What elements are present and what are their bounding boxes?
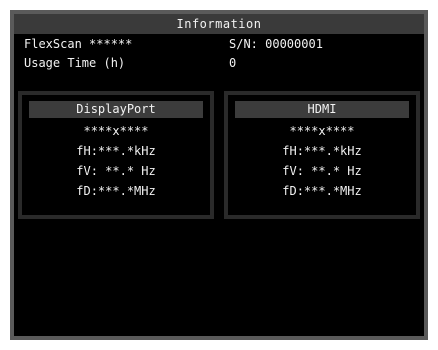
usage-time-row: Usage Time (h) 0 xyxy=(24,55,414,72)
information-title: Information xyxy=(14,14,424,34)
hdmi-panel-body: HDMI ****x**** fH:***.*kHz fV: **.* Hz f… xyxy=(228,95,416,215)
displayport-panel: DisplayPort ****x**** fH:***.*kHz fV: **… xyxy=(18,91,214,219)
osd-frame: Information FlexScan ****** S/N: 0000000… xyxy=(10,10,428,340)
displayport-panel-body: DisplayPort ****x**** fH:***.*kHz fV: **… xyxy=(22,95,210,215)
hdmi-panel: HDMI ****x**** fH:***.*kHz fV: **.* Hz f… xyxy=(224,91,420,219)
usage-time-label: Usage Time (h) xyxy=(24,56,126,70)
model-row: FlexScan ****** S/N: 00000001 xyxy=(24,36,414,53)
model-name: FlexScan ****** xyxy=(24,37,133,51)
displayport-header: DisplayPort xyxy=(29,101,203,118)
hdmi-resolution: ****x**** xyxy=(289,124,355,138)
displayport-resolution: ****x**** xyxy=(83,124,149,138)
hdmi-header: HDMI xyxy=(235,101,409,118)
displayport-fh: fH:***.*kHz xyxy=(76,144,156,158)
hdmi-fv: fV: **.* Hz xyxy=(282,164,362,178)
displayport-fd: fD:***.*MHz xyxy=(76,184,156,198)
usage-time-value: 0 xyxy=(229,56,237,70)
information-screen: Information FlexScan ****** S/N: 0000000… xyxy=(14,14,424,336)
serial-number: S/N: 00000001 xyxy=(229,37,323,51)
hdmi-fh: fH:***.*kHz xyxy=(282,144,362,158)
displayport-fv: fV: **.* Hz xyxy=(76,164,156,178)
hdmi-fd: fD:***.*MHz xyxy=(282,184,362,198)
